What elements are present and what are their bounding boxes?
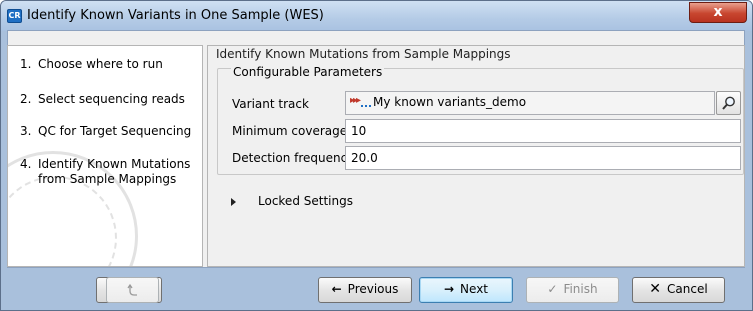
minimum-coverage-input[interactable] (345, 119, 741, 143)
close-button[interactable]: x (689, 2, 747, 23)
close-icon: x (713, 4, 723, 20)
step-number: 4. (20, 157, 32, 171)
steps-panel: 1. Choose where to run 2. Select sequencin… (7, 45, 203, 267)
panel-heading: Identify Known Mutations from Sample Map… (216, 47, 511, 61)
step-item-2: 2. Select sequencing reads (20, 92, 185, 107)
step-item-1: 1. Choose where to run (20, 57, 163, 72)
expand-triangle-icon (231, 198, 236, 206)
step-item-4: 4. Identify Known Mutations from Sample M… (20, 157, 196, 187)
step-label: QC for Target Sequencing (38, 124, 192, 138)
app-logo-icon: CR (7, 9, 22, 23)
next-label: Next (460, 282, 489, 296)
previous-label: Previous (347, 282, 399, 296)
locked-settings-label: Locked Settings (258, 194, 353, 208)
browse-button[interactable] (716, 91, 741, 115)
cancel-label: Cancel (667, 282, 708, 296)
step-label: Select sequencing reads (38, 92, 185, 106)
variant-track-label: Variant track (232, 97, 309, 111)
variant-track-value: My known variants_demo (373, 95, 527, 109)
cancel-x-icon: ✕ (649, 281, 662, 297)
previous-button[interactable]: ← Previous (318, 277, 412, 303)
detection-frequency-label: Detection frequency (232, 151, 355, 165)
arrow-left-icon: ← (331, 282, 342, 296)
undo-icon (126, 283, 137, 296)
finish-button[interactable]: ✓ Finish (526, 277, 619, 303)
step-item-3: 3. QC for Target Sequencing (20, 124, 191, 139)
finish-label: Finish (563, 282, 598, 296)
step-number: 1. (20, 57, 32, 71)
detection-frequency-input[interactable] (345, 146, 741, 170)
next-button[interactable]: → Next (419, 277, 513, 303)
cancel-button[interactable]: ✕ Cancel (632, 277, 725, 303)
minimum-coverage-label: Minimum coverage (232, 124, 348, 138)
step-number: 3. (20, 124, 32, 138)
window-title: Identify Known Variants in One Sample (W… (27, 8, 324, 23)
group-title: Configurable Parameters (231, 65, 385, 79)
variant-track-icon: ▸▸▸ (350, 95, 372, 109)
checkmark-icon: ✓ (547, 282, 558, 296)
arrow-right-icon: → (443, 282, 455, 296)
step-label: Choose where to run (38, 57, 163, 71)
undo-button[interactable] (106, 277, 159, 303)
browse-magnifier-icon (722, 96, 735, 110)
step-label: Identify Known Mutations from Sample Map… (38, 157, 191, 186)
title-bar[interactable]: CR Identify Known Variants in One Sample… (1, 1, 752, 31)
step-number: 2. (20, 92, 32, 106)
